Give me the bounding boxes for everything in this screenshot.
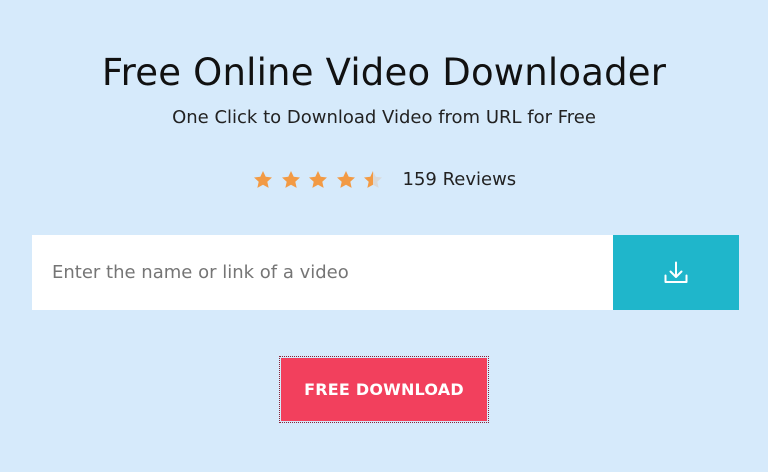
reviews-count[interactable]: 159 Reviews — [403, 166, 517, 194]
free-download-button[interactable]: FREE DOWNLOAD — [281, 358, 487, 421]
star-rating — [252, 169, 390, 191]
star-icon — [309, 171, 327, 188]
video-search-bar — [32, 235, 739, 310]
free-download-button-frame: FREE DOWNLOAD — [279, 356, 489, 423]
star-icon — [254, 171, 272, 188]
page-title: Free Online Video Downloader — [101, 50, 667, 94]
download-tray-icon — [664, 261, 688, 283]
download-button[interactable] — [613, 235, 739, 310]
video-url-input[interactable] — [32, 235, 613, 310]
half-star-icon — [364, 171, 382, 188]
star-icon — [336, 171, 355, 188]
rating-row: 159 Reviews — [252, 166, 516, 194]
page-subtitle: One Click to Download Video from URL for… — [172, 107, 596, 128]
star-icon — [281, 171, 300, 188]
